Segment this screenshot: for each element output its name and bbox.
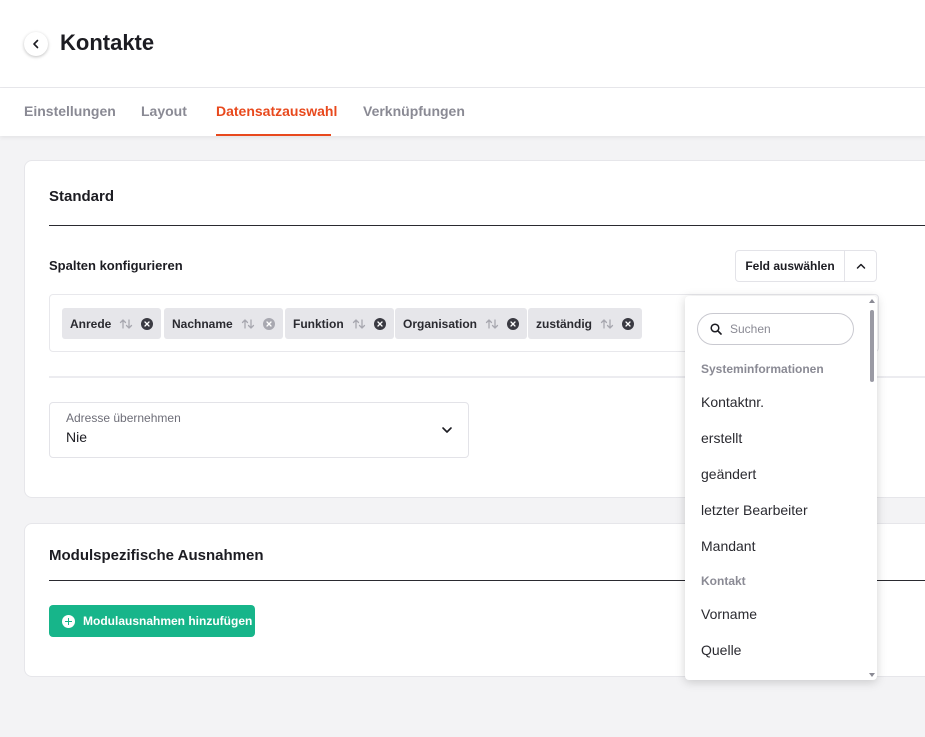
chevron-left-icon (33, 39, 39, 49)
scroll-up-arrow-icon[interactable] (869, 299, 875, 303)
remove-chip-icon[interactable] (507, 317, 520, 330)
sort-arrows-icon[interactable] (119, 318, 133, 330)
remove-chip-icon[interactable] (373, 317, 386, 330)
search-input[interactable] (730, 314, 848, 344)
dropdown-item-geaendert[interactable]: geändert (701, 466, 756, 482)
page-title: Kontakte (60, 30, 155, 55)
remove-chip-icon[interactable] (622, 317, 634, 330)
column-chip-anrede[interactable]: Anrede (62, 308, 162, 339)
group-header-kontakt: Kontakt (701, 574, 746, 588)
sort-arrows-icon[interactable] (241, 318, 255, 330)
dropdown-scrollbar[interactable] (867, 296, 877, 680)
chevron-up-icon (856, 263, 865, 269)
column-chip-nachname[interactable]: Nachname (164, 308, 283, 339)
address-value: Nie (66, 429, 88, 445)
standard-title: Standard (49, 188, 115, 205)
dropdown-item-mandant[interactable]: Mandant (701, 538, 755, 554)
field-select-toggle[interactable] (845, 251, 876, 281)
field-select-button[interactable]: Feld auswählen (736, 251, 845, 281)
dropdown-item-vorname[interactable]: Vorname (701, 606, 757, 622)
address-select[interactable]: Adresse übernehmen Nie (49, 402, 469, 458)
plus-circle-icon (62, 614, 75, 628)
dropdown-item-erstellt[interactable]: erstellt (701, 430, 742, 446)
column-chip-funktion[interactable]: Funktion (285, 308, 394, 339)
module-title: Modulspezifische Ausnahmen (49, 547, 264, 564)
chip-label: Nachname (172, 316, 233, 331)
tab-verknuepfungen[interactable]: Verknüpfungen (363, 103, 465, 119)
tab-datensatzauswahl[interactable]: Datensatzauswahl (216, 103, 337, 119)
field-select-control: Feld auswählen (735, 250, 877, 282)
column-chip-zustaendig[interactable]: zuständig (528, 308, 642, 339)
standard-divider (49, 225, 925, 226)
group-header-systeminformationen: Systeminformationen (701, 362, 824, 376)
back-button[interactable] (24, 32, 48, 56)
chevron-down-icon (442, 427, 452, 433)
tab-einstellungen[interactable]: Einstellungen (24, 103, 116, 119)
search-icon (710, 323, 722, 335)
sort-arrows-icon[interactable] (352, 318, 366, 330)
sort-arrows-icon[interactable] (485, 318, 499, 330)
chip-label: Funktion (293, 316, 344, 331)
active-tab-indicator (216, 134, 331, 136)
sort-arrows-icon[interactable] (600, 318, 614, 330)
chip-label: Anrede (70, 316, 112, 331)
remove-chip-icon[interactable] (262, 317, 275, 330)
dropdown-item-quelle[interactable]: Quelle (701, 642, 741, 658)
field-dropdown: Systeminformationen Kontaktnr. erstellt … (685, 296, 877, 680)
chip-label: Organisation (403, 316, 478, 331)
chip-label: zuständig (536, 316, 592, 331)
dropdown-item-letzter-bearbeiter[interactable]: letzter Bearbeiter (701, 502, 808, 518)
dropdown-item-kontaktnr[interactable]: Kontaktnr. (701, 394, 764, 410)
columns-label: Spalten konfigurieren (49, 258, 183, 273)
add-module-exception-button[interactable]: Modulausnahmen hinzufügen (49, 605, 255, 637)
tab-layout[interactable]: Layout (141, 103, 187, 119)
search-box[interactable] (697, 313, 854, 345)
scrollbar-thumb[interactable] (870, 310, 874, 382)
top-bar: Kontakte (0, 0, 925, 88)
address-label: Adresse übernehmen (66, 411, 181, 425)
tab-bar: Einstellungen Layout Datensatzauswahl Ve… (0, 88, 925, 136)
add-button-label: Modulausnahmen hinzufügen (83, 614, 253, 628)
remove-chip-icon[interactable] (141, 317, 154, 330)
scroll-down-arrow-icon[interactable] (869, 673, 875, 677)
column-chip-organisation[interactable]: Organisation (395, 308, 528, 339)
